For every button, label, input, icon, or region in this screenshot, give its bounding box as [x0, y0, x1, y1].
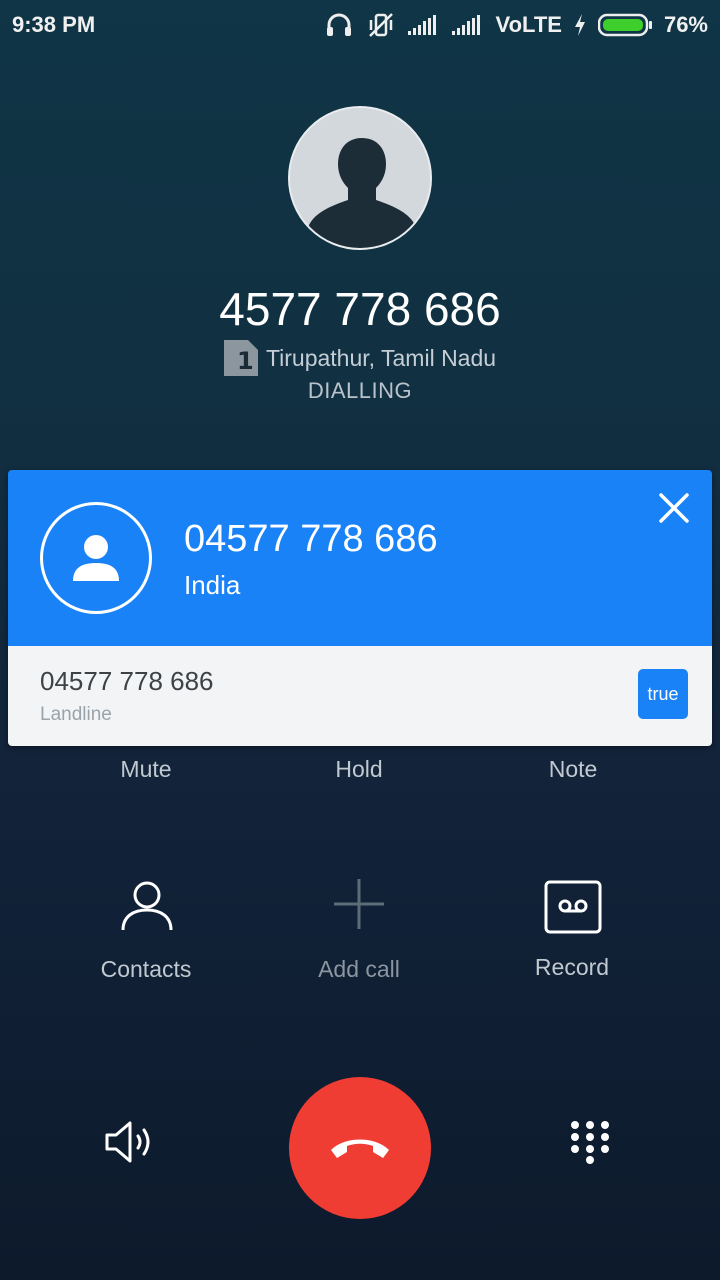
- sim-slot-number: 1: [237, 347, 254, 375]
- caller-location-row: 1 Tirupathur, Tamil Nadu: [0, 340, 720, 376]
- vibrate-off-icon: [368, 13, 393, 37]
- truecaller-header: 04577 778 686 India: [8, 470, 712, 646]
- call-status: DIALLING: [307, 378, 413, 403]
- add-call-label[interactable]: Add call: [259, 956, 459, 983]
- add-call-icon[interactable]: [332, 877, 386, 931]
- contacts-label[interactable]: Contacts: [46, 956, 246, 983]
- battery-percent: 76%: [663, 12, 708, 37]
- dialpad-icon[interactable]: [568, 1120, 612, 1164]
- hold-button[interactable]: Hold: [259, 756, 459, 783]
- line-type: Landline: [40, 704, 112, 725]
- mute-button[interactable]: Mute: [46, 756, 246, 783]
- record-icon[interactable]: [544, 880, 602, 934]
- status-icons: VoLTE 76%: [324, 10, 708, 40]
- end-call-button[interactable]: [289, 1077, 431, 1219]
- sim-card-icon: 1: [223, 340, 258, 376]
- status-bar: 9:38 PM VoLTE 76%: [0, 0, 720, 50]
- charging-icon: [574, 14, 585, 36]
- truecaller-details: 04577 778 686 Landline true: [8, 646, 712, 746]
- truecaller-card[interactable]: 04577 778 686 India 04577 778 686 Landli…: [8, 470, 712, 746]
- speaker-icon[interactable]: [104, 1120, 156, 1164]
- signal-icon: [407, 15, 436, 35]
- status-time: 9:38 PM: [12, 12, 96, 37]
- person-silhouette-icon: [308, 138, 416, 248]
- network-type: VoLTE: [495, 12, 562, 37]
- truecaller-logo-badge[interactable]: true: [638, 669, 688, 719]
- headphones-icon: [326, 13, 351, 36]
- truecaller-detail-number: 04577 778 686: [40, 666, 214, 696]
- caller-location: Tirupathur, Tamil Nadu: [265, 344, 497, 371]
- truecaller-number: 04577 778 686: [184, 518, 438, 560]
- contacts-icon[interactable]: [120, 878, 174, 932]
- record-label[interactable]: Record: [472, 954, 672, 981]
- truecaller-avatar: [40, 502, 152, 614]
- person-icon: [73, 535, 119, 581]
- end-call-icon: [331, 1139, 389, 1158]
- close-icon[interactable]: [656, 490, 692, 526]
- battery-icon: [597, 13, 652, 37]
- caller-number: 4577 778 686: [219, 283, 501, 335]
- truecaller-country: India: [184, 570, 241, 600]
- signal-icon: [451, 15, 480, 35]
- note-button[interactable]: Note: [473, 756, 673, 783]
- caller-avatar: [288, 106, 432, 250]
